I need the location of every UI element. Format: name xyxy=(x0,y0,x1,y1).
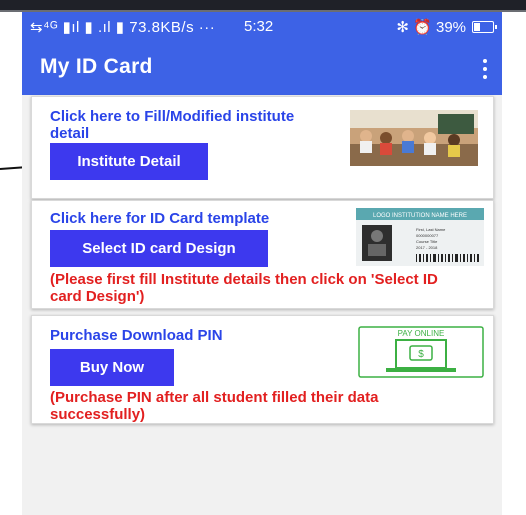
template-card-title: Click here for ID Card template xyxy=(50,210,270,227)
id-card-header-text: LOGO INSTITUTION NAME HERE xyxy=(373,213,467,219)
select-id-card-design-button[interactable]: Select ID card Design xyxy=(50,230,268,267)
purchase-card: Purchase Download PIN Buy Now (Purchase … xyxy=(31,315,494,424)
buy-now-button[interactable]: Buy Now xyxy=(50,349,174,386)
id-card-field-4: 2017 - 2018 xyxy=(416,245,438,250)
institute-card: Click here to Fill/Modified institute de… xyxy=(31,96,494,199)
pay-online-label: PAY ONLINE xyxy=(398,329,445,338)
purchase-note: (Purchase PIN after all student filled t… xyxy=(50,389,379,423)
template-note: (Please first fill Institute details the… xyxy=(50,271,438,305)
phone-screen: ⇆⁴ᴳ ▮ıl ▮ .ıl ▮ 73.8KB/s ··· 5:32 ✻ ⏰ 39… xyxy=(22,12,502,515)
clock: 5:32 xyxy=(244,18,274,35)
purchase-card-title: Purchase Download PIN xyxy=(50,327,223,344)
battery-icon xyxy=(472,21,497,33)
id-card-field-3: Course Title xyxy=(416,239,438,244)
institute-detail-button[interactable]: Institute Detail xyxy=(50,143,208,180)
top-bezel xyxy=(0,0,526,12)
pay-online-icon: PAY ONLINE $ xyxy=(358,326,484,378)
institute-card-title: Click here to Fill/Modified institute de… xyxy=(50,108,295,142)
template-card: Click here for ID Card template Select I… xyxy=(31,200,494,309)
classroom-image-icon xyxy=(350,110,478,166)
overflow-menu-icon[interactable] xyxy=(482,59,488,79)
status-indicator-text: ✻ ⏰ 39% xyxy=(396,19,466,36)
status-bar: ⇆⁴ᴳ ▮ıl ▮ .ıl ▮ 73.8KB/s ··· 5:32 ✻ ⏰ 39… xyxy=(22,12,502,42)
svg-text:$: $ xyxy=(418,349,424,360)
id-card-field-1: First, Last Name xyxy=(416,227,446,232)
status-indicators: ✻ ⏰ 39% xyxy=(396,18,497,36)
app-bar: My ID Card xyxy=(22,42,502,95)
id-card-field-2: 0000000077 xyxy=(416,233,439,238)
right-margin xyxy=(502,12,526,515)
app-title: My ID Card xyxy=(40,55,153,78)
id-card-sample-icon: LOGO INSTITUTION NAME HERE First, Last N… xyxy=(356,208,484,266)
network-status: ⇆⁴ᴳ ▮ıl ▮ .ıl ▮ 73.8KB/s ··· xyxy=(30,19,216,36)
left-margin xyxy=(0,12,22,515)
